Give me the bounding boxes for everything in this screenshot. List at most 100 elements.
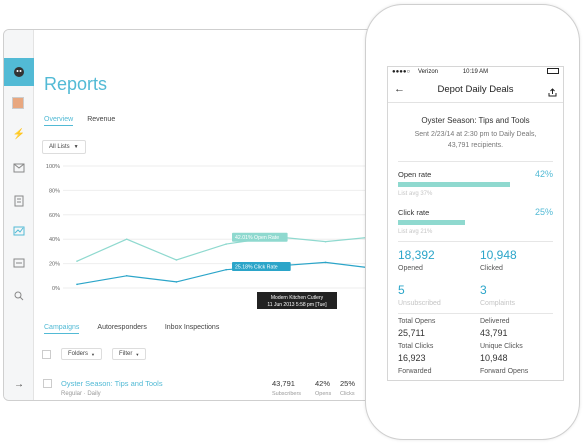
- filter-dropdown[interactable]: Filter ▼: [111, 348, 147, 360]
- y-tick-label: 0%: [52, 286, 60, 292]
- open-rate-avg: List avg 37%: [398, 191, 433, 197]
- divider: [398, 161, 553, 162]
- tooltip-line: 11 Jun 2013 5:58 pm [Tue]: [267, 302, 327, 308]
- click-rate-label: 25.18% Click Rate: [232, 262, 291, 272]
- main-content: Reports Overview Revenue All Lists ▼ 100…: [14, 30, 422, 400]
- complaints-value: 3: [480, 283, 487, 297]
- lightning-icon[interactable]: ⚡: [10, 126, 28, 142]
- data-point[interactable]: [76, 283, 78, 286]
- divider: [398, 313, 553, 314]
- clicks-value: 25%: [340, 379, 356, 388]
- sent-line-2: 43,791 recipients.: [447, 142, 504, 149]
- open-rate-label: 42.01% Open Rate: [232, 232, 288, 242]
- complaints-label: Complaints: [480, 300, 516, 307]
- svg-text:25.18% Click Rate: 25.18% Click Rate: [235, 264, 278, 270]
- sidebar: ⚡: [4, 30, 34, 400]
- tooltip: Modern Kitchen Cutlery11 Jun 2013 5:58 p…: [257, 292, 337, 309]
- chevron-down-icon: ▼: [135, 351, 140, 357]
- list-filter-label: All Lists: [49, 144, 70, 150]
- data-point[interactable]: [125, 238, 128, 240]
- folders-label: Folders: [68, 351, 89, 357]
- subscribers-value: 43,791: [272, 379, 295, 388]
- total-opens-label: Total Opens: [398, 318, 436, 325]
- data-point[interactable]: [175, 259, 178, 261]
- chevron-down-icon: ▼: [91, 351, 95, 357]
- y-tick-label: 40%: [49, 237, 60, 243]
- reports-icon[interactable]: [10, 223, 28, 239]
- delivered-value: 43,791: [480, 328, 508, 338]
- data-point[interactable]: [125, 275, 128, 277]
- y-tick-label: 20%: [49, 262, 60, 268]
- data-point[interactable]: [324, 261, 327, 264]
- delivered-label: Delivered: [480, 318, 510, 325]
- clicked-value: 10,948: [480, 248, 517, 262]
- battery-icon: [547, 68, 559, 74]
- row-checkbox[interactable]: [43, 379, 52, 388]
- unique-clicks-value: 10,948: [480, 353, 508, 363]
- chevron-down-icon: ▼: [73, 144, 79, 150]
- divider: [398, 241, 553, 242]
- tab-campaigns[interactable]: Campaigns: [44, 324, 80, 334]
- forward-opens-label: Forward Opens: [480, 368, 529, 375]
- avatar[interactable]: [12, 97, 24, 109]
- campaign-title: Oyster Season: Tips and Tools: [421, 116, 530, 125]
- total-opens-value: 25,711: [398, 328, 425, 338]
- svg-text:42.01% Open Rate: 42.01% Open Rate: [235, 235, 279, 241]
- list-filter-dropdown[interactable]: All Lists ▼: [42, 140, 86, 154]
- data-point[interactable]: [225, 268, 227, 271]
- open-rate-bar: [398, 182, 510, 187]
- data-point[interactable]: [175, 281, 178, 283]
- forwarded-label: Forwarded: [398, 368, 432, 375]
- tab-revenue[interactable]: Revenue: [87, 116, 115, 126]
- nav-title: Depot Daily Deals: [437, 84, 514, 95]
- status-bar: ●●●●○ Verizon 10:19 AM: [388, 67, 563, 79]
- open-rate-label: Open rate: [398, 170, 432, 179]
- campaign-name-link[interactable]: Oyster Season: Tips and Tools: [61, 379, 163, 388]
- data-point[interactable]: [76, 260, 78, 262]
- clock: 10:19 AM: [462, 69, 489, 75]
- data-point[interactable]: [324, 240, 327, 243]
- subscribers-label: Subscribers: [272, 391, 302, 397]
- total-clicks-value: 16,923: [398, 353, 426, 363]
- tab-overview[interactable]: Overview: [44, 116, 74, 126]
- y-tick-label: 80%: [49, 188, 60, 194]
- sub-tabs: Campaigns Autoresponders Inbox Inspectio…: [44, 324, 219, 334]
- automation-icon[interactable]: [10, 255, 28, 271]
- arrow-right-icon[interactable]: →: [14, 379, 24, 390]
- click-rate-avg: List avg 21%: [398, 229, 433, 235]
- filter-label: Filter: [118, 351, 133, 357]
- search-icon[interactable]: [10, 288, 28, 304]
- tab-autoresponders[interactable]: Autoresponders: [97, 324, 146, 334]
- folders-dropdown[interactable]: Folders ▼: [61, 348, 102, 360]
- unsubscribed-label: Unsubscribed: [398, 300, 441, 307]
- desktop-window: ⚡ Reports Overview Revenue All Lists ▼ 1…: [3, 29, 423, 401]
- total-clicks-label: Total Clicks: [398, 343, 434, 350]
- opens-label: Opens: [315, 391, 332, 397]
- opened-label: Opened: [398, 265, 423, 272]
- nav-bar: ← Depot Daily Deals: [388, 79, 563, 103]
- mailchimp-logo-icon[interactable]: [4, 58, 34, 86]
- phone-screen: ●●●●○ Verizon 10:19 AM ← Depot Daily Dea…: [387, 66, 564, 381]
- click-rate-bar: [398, 220, 465, 225]
- opens-value: 42%: [315, 379, 331, 388]
- tooltip-line: Modern Kitchen Cutlery: [271, 295, 324, 301]
- data-point[interactable]: [225, 243, 227, 245]
- sent-info: Sent 2/23/14 at 2:30 pm to Daily Deals, …: [396, 129, 555, 151]
- y-tick-label: 60%: [49, 213, 60, 219]
- filter-row: Folders ▼ Filter ▼: [42, 348, 147, 360]
- click-rate-label: Click rate: [398, 208, 430, 217]
- tab-inbox-inspections[interactable]: Inbox Inspections: [165, 324, 219, 334]
- report-tabs: Overview Revenue: [44, 116, 115, 126]
- templates-icon[interactable]: [10, 193, 28, 209]
- campaign-meta: Regular · Daily: [61, 391, 101, 397]
- open-rate-value: 42%: [534, 169, 553, 179]
- select-all-checkbox[interactable]: [42, 349, 51, 359]
- opened-value: 18,392: [398, 248, 435, 262]
- campaigns-icon[interactable]: [10, 160, 28, 176]
- sent-line-1: Sent 2/23/14 at 2:30 pm to Daily Deals,: [414, 131, 537, 138]
- click-rate-value: 25%: [534, 207, 553, 217]
- clicked-label: Clicked: [480, 265, 503, 272]
- share-icon[interactable]: [548, 84, 557, 102]
- clicks-label: Clicks: [340, 391, 355, 397]
- page-title: Reports: [44, 74, 108, 94]
